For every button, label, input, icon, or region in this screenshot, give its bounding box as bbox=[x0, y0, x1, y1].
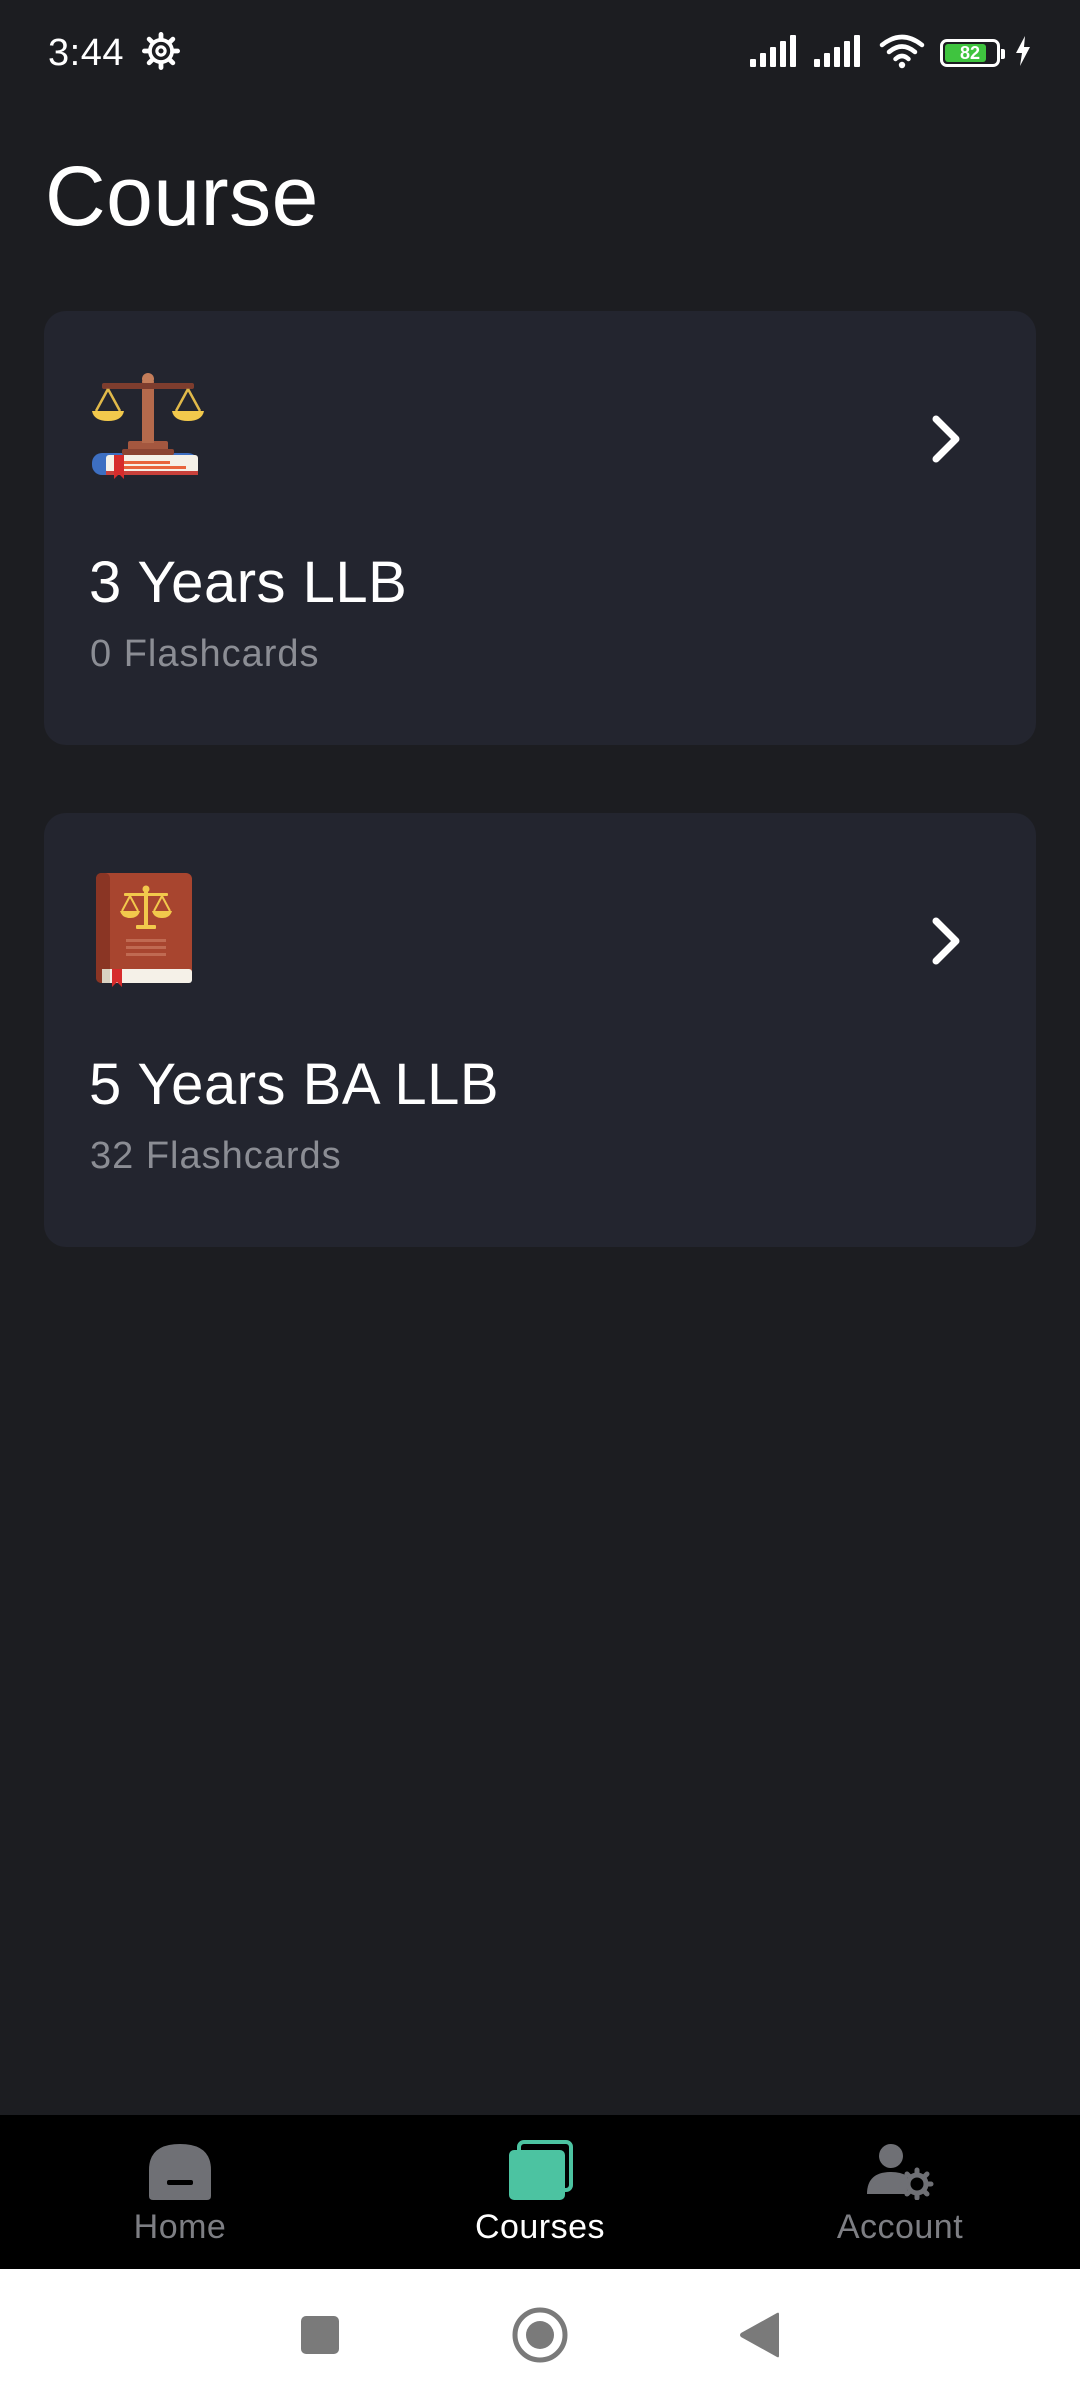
battery-level: 82 bbox=[959, 42, 981, 63]
wifi-icon bbox=[878, 33, 926, 74]
status-left: 3:44 bbox=[48, 31, 180, 75]
nav-item-account[interactable]: Account bbox=[770, 2138, 1030, 2247]
signal-icon bbox=[814, 34, 864, 72]
chevron-right-icon bbox=[926, 411, 966, 467]
course-flashcard-count: 32 Flashcards bbox=[90, 1135, 342, 1177]
course-title: 3 Years LLB bbox=[89, 550, 408, 615]
nav-label-home: Home bbox=[133, 2207, 227, 2246]
screen: 3:44 82 Course 3 Years LLB 0 Flashcards … bbox=[0, 0, 1080, 2400]
home-icon bbox=[142, 2138, 218, 2202]
course-card-3-years-llb[interactable]: 3 Years LLB 0 Flashcards bbox=[44, 311, 1036, 745]
account-settings-icon bbox=[862, 2138, 938, 2202]
courses-icon bbox=[502, 2138, 578, 2202]
status-time: 3:44 bbox=[48, 31, 124, 74]
scales-of-justice-on-book-icon bbox=[88, 367, 206, 485]
course-list: 3 Years LLB 0 Flashcards 5 Years BA LLB … bbox=[44, 311, 1036, 1247]
nav-label-account: Account bbox=[836, 2207, 964, 2246]
system-nav-bar bbox=[0, 2269, 1080, 2400]
home-button[interactable] bbox=[508, 2303, 572, 2367]
battery-icon: 82 bbox=[940, 39, 1005, 67]
chevron-right-icon bbox=[926, 913, 966, 969]
back-button[interactable] bbox=[728, 2303, 792, 2367]
law-book-icon bbox=[88, 869, 206, 987]
bottom-nav: Home Courses Account bbox=[0, 2115, 1080, 2269]
nav-item-home[interactable]: Home bbox=[50, 2138, 310, 2247]
charging-bolt-icon bbox=[1014, 35, 1032, 71]
course-flashcard-count: 0 Flashcards bbox=[90, 633, 320, 675]
nav-item-courses[interactable]: Courses bbox=[410, 2138, 670, 2247]
course-title: 5 Years BA LLB bbox=[89, 1052, 500, 1117]
signal-icon bbox=[750, 34, 800, 72]
course-card-5-years-ba-llb[interactable]: 5 Years BA LLB 32 Flashcards bbox=[44, 813, 1036, 1247]
recents-button[interactable] bbox=[288, 2303, 352, 2367]
status-right: 82 bbox=[750, 33, 1032, 74]
settings-gear-icon bbox=[141, 31, 180, 75]
page-title: Course bbox=[45, 149, 319, 243]
status-bar: 3:44 82 bbox=[0, 0, 1080, 106]
nav-label-courses: Courses bbox=[474, 2207, 606, 2246]
